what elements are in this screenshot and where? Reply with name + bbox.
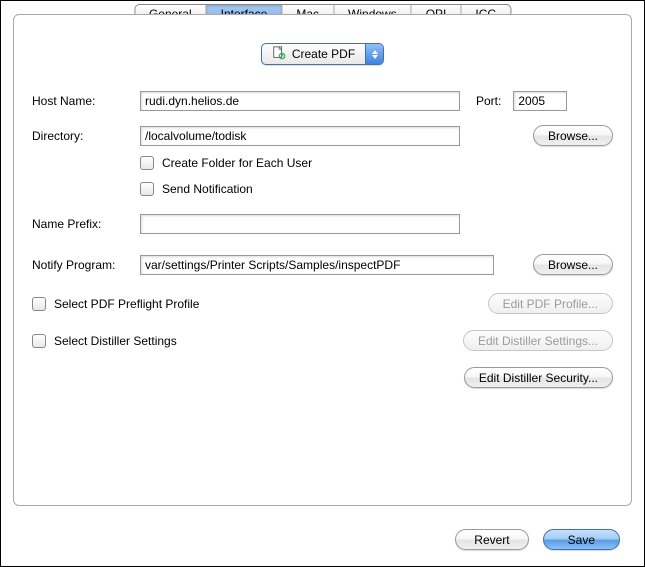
send-notification-checkbox[interactable] bbox=[140, 182, 154, 196]
footer-buttons: Revert Save bbox=[455, 529, 620, 550]
directory-input[interactable] bbox=[140, 126, 460, 146]
name-prefix-label: Name Prefix: bbox=[32, 217, 140, 231]
chevron-up-down-icon bbox=[365, 44, 383, 64]
interface-panel: Create PDF Host Name: Port: Director bbox=[13, 14, 632, 506]
pdf-icon bbox=[272, 46, 286, 63]
select-preflight-checkbox[interactable] bbox=[32, 297, 46, 311]
notify-browse-button[interactable]: Browse... bbox=[533, 254, 613, 275]
save-button[interactable]: Save bbox=[543, 529, 620, 550]
edit-distiller-security-button[interactable]: Edit Distiller Security... bbox=[464, 367, 613, 388]
create-pdf-popup[interactable]: Create PDF bbox=[261, 43, 384, 65]
directory-label: Directory: bbox=[32, 129, 140, 143]
preferences-window: General Interface Mac Windows OPI ICC bbox=[0, 0, 645, 567]
port-input[interactable] bbox=[513, 91, 567, 111]
notify-program-input[interactable] bbox=[140, 255, 494, 275]
port-label: Port: bbox=[476, 94, 501, 108]
hostname-label: Host Name: bbox=[32, 94, 140, 108]
popup-label: Create PDF bbox=[292, 47, 355, 61]
select-preflight-label: Select PDF Preflight Profile bbox=[54, 297, 199, 311]
revert-button[interactable]: Revert bbox=[455, 529, 528, 550]
select-distiller-checkbox[interactable] bbox=[32, 334, 46, 348]
create-folder-checkbox[interactable] bbox=[140, 156, 154, 170]
edit-distiller-settings-button[interactable]: Edit Distiller Settings... bbox=[463, 330, 613, 351]
edit-pdf-profile-button[interactable]: Edit PDF Profile... bbox=[488, 293, 613, 314]
hostname-input[interactable] bbox=[140, 91, 460, 111]
directory-browse-button[interactable]: Browse... bbox=[533, 125, 613, 146]
create-folder-label: Create Folder for Each User bbox=[162, 156, 312, 170]
select-distiller-label: Select Distiller Settings bbox=[54, 334, 177, 348]
send-notification-label: Send Notification bbox=[162, 182, 253, 196]
name-prefix-input[interactable] bbox=[140, 214, 460, 234]
notify-program-label: Notify Program: bbox=[32, 258, 140, 272]
